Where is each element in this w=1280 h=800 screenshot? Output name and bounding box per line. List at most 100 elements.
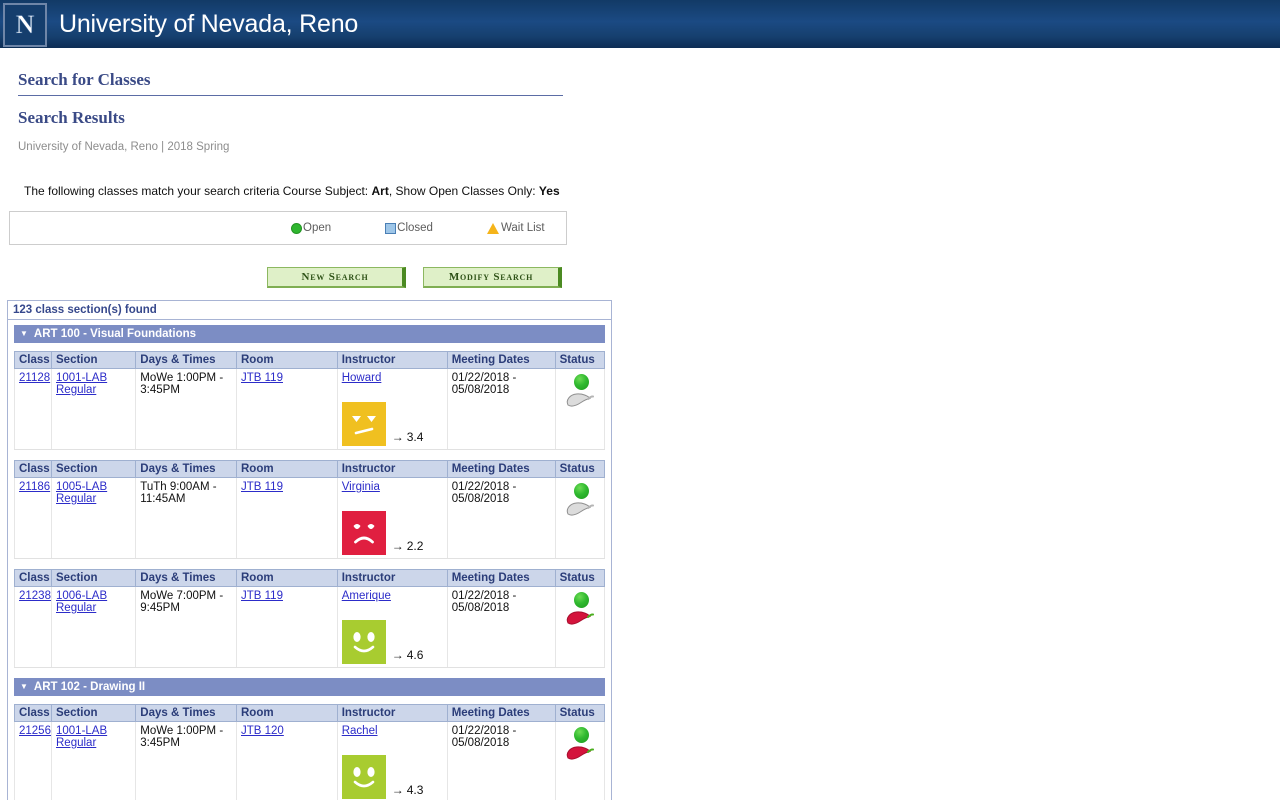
class-number-cell: 21128 (14, 368, 52, 450)
chevron-down-icon[interactable]: ▼ (20, 330, 28, 338)
status-cell (554, 586, 606, 668)
rating-number: 4.6 (406, 648, 424, 662)
column-header-section: Section (50, 704, 137, 722)
meeting-dates-cell: 01/22/2018 - 05/08/2018 (446, 477, 556, 559)
chevron-down-icon[interactable]: ▼ (20, 683, 28, 691)
section-link[interactable]: 1001-LAB (56, 725, 131, 737)
column-header-class: Class (14, 351, 52, 369)
section-link[interactable]: 1006-LAB (56, 590, 131, 602)
column-header-meeting-dates: Meeting Dates (446, 460, 556, 478)
legend-label-open: Open (303, 222, 332, 234)
arrow-right-icon: → (391, 430, 404, 444)
course-list: ▼ ART 100 - Visual Foundations Class Sectio… (8, 320, 611, 800)
column-header-status: Status (554, 569, 606, 587)
section-type-link[interactable]: Regular (56, 737, 131, 749)
table-header-row: Class Section Days & Times Room Instructor Me… (14, 569, 606, 587)
instructor-cell: Virginia → 2.2 (336, 477, 448, 559)
section-type-link[interactable]: Regular (56, 493, 131, 505)
arrow-right-icon: → (391, 783, 404, 797)
instructor-link[interactable]: Rachel (342, 725, 378, 737)
section-link[interactable]: 1005-LAB (56, 481, 131, 493)
days-times-cell: TuTh 9:00AM - 11:45AM (135, 477, 237, 559)
section-type-link[interactable]: Regular (56, 602, 131, 614)
room-link[interactable]: JTB 120 (241, 725, 284, 737)
room-cell: JTB 119 (236, 586, 338, 668)
days-times-cell: MoWe 7:00PM - 9:45PM (135, 586, 237, 668)
status-cell (554, 721, 606, 800)
search-actions: New Search Modify Search (267, 267, 1280, 288)
chili-pepper-gray-icon (564, 496, 594, 521)
room-link[interactable]: JTB 119 (241, 590, 283, 602)
column-header-room: Room (236, 569, 338, 587)
table-header-row: Class Section Days & Times Room Instructor Me… (14, 460, 606, 478)
column-header-days-times: Days & Times (135, 351, 237, 369)
unr-logo[interactable]: N (3, 2, 47, 47)
column-header-status: Status (554, 351, 606, 369)
page-title: Search for Classes (18, 70, 563, 96)
instructor-link[interactable]: Howard (342, 372, 382, 384)
class-sections-table: Class Section Days & Times Room Instructor Me… (14, 704, 606, 800)
results-panel: 123 class section(s) found ▼ ART 100 - Vi… (7, 300, 612, 800)
site-banner: N University of Nevada, Reno (0, 0, 1280, 50)
status-legend: Open Closed Wait List (9, 211, 567, 245)
column-header-meeting-dates: Meeting Dates (446, 569, 556, 587)
class-sections-table: Class Section Days & Times Room Instructor Me… (14, 569, 606, 668)
rating-value: → 4.3 (392, 783, 424, 797)
rating-face-sad-icon (341, 511, 386, 555)
class-number-link[interactable]: 21128 (19, 372, 50, 384)
days-times-cell: MoWe 1:00PM - 3:45PM (135, 721, 237, 800)
column-header-meeting-dates: Meeting Dates (446, 351, 556, 369)
section-cell: 1001-LAB Regular (50, 721, 137, 800)
column-header-days-times: Days & Times (135, 569, 237, 587)
arrow-right-icon: → (391, 539, 404, 553)
instructor-link[interactable]: Amerique (342, 590, 391, 602)
logo-letter-n: N (15, 9, 35, 39)
criteria-middle: , Show Open Classes Only: (388, 184, 536, 198)
page-content: Search for Classes Search Results Univer… (0, 50, 1280, 800)
course-header[interactable]: ▼ ART 102 - Drawing II (14, 678, 605, 696)
orange-triangle-icon (486, 222, 499, 234)
column-header-meeting-dates: Meeting Dates (446, 704, 556, 722)
class-sections-table: Class Section Days & Times Room Instructor Me… (14, 351, 606, 450)
instructor-rating: → 3.4 (341, 402, 443, 446)
search-results-heading: Search Results (18, 108, 125, 127)
column-header-class: Class (14, 569, 52, 587)
search-criteria-text: The following classes match your search … (24, 184, 1280, 198)
room-cell: JTB 119 (236, 477, 338, 559)
room-link[interactable]: JTB 119 (241, 481, 283, 493)
table-row: 21186 1005-LAB Regular TuTh 9:00AM - 11:45A… (14, 477, 606, 559)
section-cell: 1001-LAB Regular (50, 368, 137, 450)
green-circle-icon (291, 222, 302, 234)
rating-face-happy-icon (341, 755, 386, 799)
class-number-link[interactable]: 21186 (19, 481, 50, 493)
class-number-cell: 21238 (14, 586, 52, 668)
column-header-class: Class (14, 704, 52, 722)
meeting-dates-cell: 01/22/2018 - 05/08/2018 (446, 368, 556, 450)
legend-item-open: Open (291, 222, 331, 234)
class-number-link[interactable]: 21238 (19, 590, 51, 602)
column-header-days-times: Days & Times (135, 460, 237, 478)
table-header-row: Class Section Days & Times Room Instructor Me… (14, 704, 606, 722)
section-link[interactable]: 1001-LAB (56, 372, 131, 384)
new-search-button[interactable]: New Search (267, 267, 406, 288)
instructor-cell: Howard → 3.4 (336, 368, 448, 450)
rating-value: → 3.4 (392, 430, 424, 444)
column-header-room: Room (236, 460, 338, 478)
course-header[interactable]: ▼ ART 100 - Visual Foundations (14, 325, 605, 343)
banner-title: University of Nevada, Reno (59, 9, 359, 38)
chili-pepper-gray-icon (564, 387, 594, 412)
room-link[interactable]: JTB 119 (241, 372, 283, 384)
meeting-dates-cell: 01/22/2018 - 05/08/2018 (446, 586, 556, 668)
instructor-link[interactable]: Virginia (342, 481, 380, 493)
instructor-cell: Rachel → 4.3 (336, 721, 448, 800)
legend-label-waitlist: Wait List (500, 222, 545, 234)
rating-face-happy-icon (341, 620, 386, 664)
class-number-link[interactable]: 21256 (19, 725, 51, 737)
modify-search-button[interactable]: Modify Search (423, 267, 562, 288)
instructor-rating: → 2.2 (341, 511, 443, 555)
section-type-link[interactable]: Regular (56, 384, 131, 396)
status-cell (554, 477, 606, 559)
column-header-section: Section (50, 569, 137, 587)
legend-item-closed: Closed (385, 222, 433, 234)
column-header-instructor: Instructor (336, 351, 448, 369)
